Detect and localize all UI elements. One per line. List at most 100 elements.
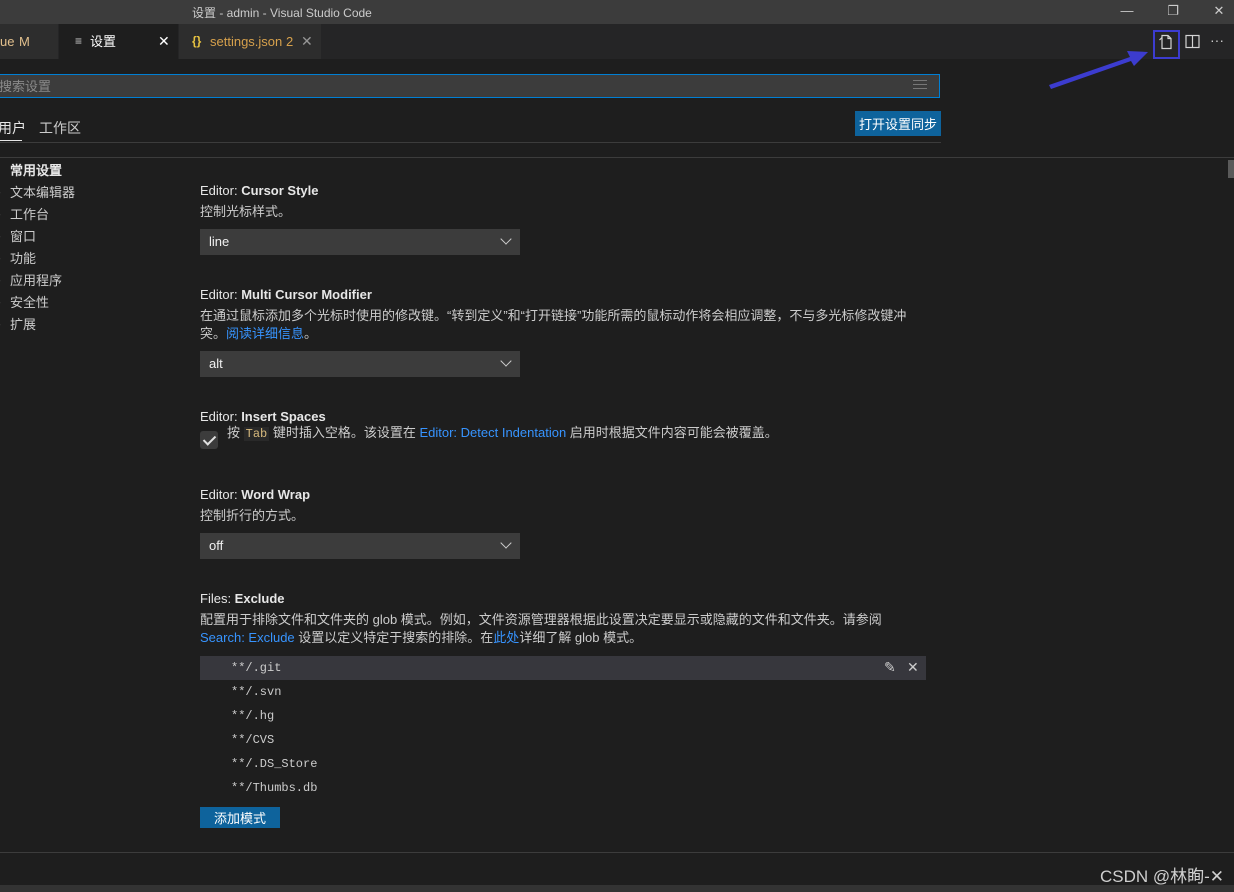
pattern-text: **/.git xyxy=(231,661,282,675)
list-item[interactable]: **/.git ✎ ✕ xyxy=(200,656,926,680)
detect-indentation-link[interactable]: Editor: Detect Indentation xyxy=(419,425,566,440)
setting-description: 控制光标样式。 xyxy=(200,204,292,219)
setting-description: 配置用于排除文件和文件夹的 glob 模式。例如，文件资源管理器根据此设置决定要… xyxy=(200,611,915,647)
chevron-right-icon: › xyxy=(0,204,1,226)
chevron-right-icon: › xyxy=(0,314,1,336)
setting-description: 按 Tab 键时插入空格。该设置在 Editor: Detect Indenta… xyxy=(227,424,927,443)
setting-category: Files: xyxy=(200,591,235,606)
select-value: alt xyxy=(209,356,223,371)
setting-title: Editor: Word Wrap xyxy=(200,487,925,502)
setting-description: 控制折行的方式。 xyxy=(200,508,305,523)
setting-files-exclude: Files: Exclude 配置用于排除文件和文件夹的 glob 模式。例如，… xyxy=(200,591,925,647)
setting-name: Insert Spaces xyxy=(241,409,326,424)
edit-pencil-icon[interactable]: ✎ xyxy=(884,656,896,680)
chevron-right-icon: › xyxy=(0,182,1,204)
tab-workspace-scope[interactable]: 工作区 xyxy=(39,118,81,138)
annotation-arrow-icon xyxy=(1049,51,1148,89)
setting-insert-spaces: Editor: Insert Spaces 按 Tab 键时插入空格。该设置在 … xyxy=(200,409,925,449)
pattern-text: **/.svn xyxy=(231,685,282,699)
active-scope-indicator xyxy=(0,140,22,141)
description-text: 按 xyxy=(227,425,244,440)
toc-item-label: 扩展 xyxy=(10,317,37,332)
select-value: line xyxy=(209,234,230,249)
chevron-down-icon xyxy=(500,233,512,245)
remove-icon[interactable]: ✕ xyxy=(907,656,919,680)
toc-item-extensions[interactable]: › 扩展 xyxy=(0,314,180,336)
pattern-text: **/CVS xyxy=(231,733,275,747)
toc-item-workbench[interactable]: › 工作台 xyxy=(0,204,180,226)
select-value: off xyxy=(209,538,224,553)
description-text: 详细了解 glob 模式。 xyxy=(519,630,643,645)
setting-title: Editor: Cursor Style xyxy=(200,183,925,198)
settings-sync-button[interactable]: 打开设置同步 xyxy=(855,111,941,136)
setting-category: Editor: xyxy=(200,487,242,502)
tab-user-scope[interactable]: 用户 xyxy=(0,118,26,138)
exclude-pattern-list: **/.git ✎ ✕ **/.svn **/.hg **/CVS **/.DS… xyxy=(200,656,926,800)
search-exclude-link[interactable]: Search: Exclude xyxy=(200,630,295,645)
bottom-divider xyxy=(0,852,1234,853)
toc-item-application[interactable]: › 应用程序 xyxy=(0,270,180,292)
setting-cursor-style: Editor: Cursor Style 控制光标样式。 line xyxy=(200,183,925,255)
chevron-right-icon: › xyxy=(0,292,1,314)
setting-name: Word Wrap xyxy=(241,487,311,502)
inline-code: Tab xyxy=(243,427,270,441)
toc-item-label: 工作台 xyxy=(10,207,50,222)
setting-multi-cursor-modifier: Editor: Multi Cursor Modifier 在通过鼠标添加多个光… xyxy=(200,287,925,377)
pattern-text: **/.DS_Store xyxy=(231,757,318,771)
chevron-right-icon: › xyxy=(0,248,1,270)
description-text: 启用时根据文件内容可能会被覆盖。 xyxy=(566,425,778,440)
setting-description: 在通过鼠标添加多个光标时使用的修改键。“转到定义”和“打开链接”功能所需的鼠标动… xyxy=(200,307,915,343)
vertical-scrollbar[interactable] xyxy=(1228,160,1234,178)
setting-name: Multi Cursor Modifier xyxy=(241,287,372,302)
toc-item-window[interactable]: › 窗口 xyxy=(0,226,180,248)
glob-help-link[interactable]: 此处 xyxy=(493,630,519,645)
toc-item-label: 常用设置 xyxy=(10,163,63,178)
search-settings-box xyxy=(0,74,940,98)
description-text: 键时插入空格。该设置在 xyxy=(269,425,420,440)
multi-cursor-modifier-select[interactable]: alt xyxy=(200,351,520,377)
list-item[interactable]: **/Thumbs.db xyxy=(200,776,926,800)
toc-item-label: 安全性 xyxy=(10,295,50,310)
list-item[interactable]: **/.hg xyxy=(200,704,926,728)
list-item[interactable]: **/.svn xyxy=(200,680,926,704)
setting-word-wrap: Editor: Word Wrap 控制折行的方式。 off xyxy=(200,487,925,559)
pattern-text: **/.hg xyxy=(231,709,275,723)
watermark-text: CSDN @林眴-✕ xyxy=(1100,867,1225,886)
toc-item-text-editor[interactable]: › 文本编辑器 xyxy=(0,182,180,204)
setting-title: Editor: Multi Cursor Modifier xyxy=(200,287,925,302)
chevron-right-icon: › xyxy=(0,226,1,248)
toc-item-label: 应用程序 xyxy=(10,273,63,288)
setting-name: Exclude xyxy=(234,591,285,606)
header-divider xyxy=(0,157,1234,158)
setting-title: Files: Exclude xyxy=(200,591,925,606)
pattern-text: **/Thumbs.db xyxy=(231,781,318,795)
bottom-bar xyxy=(0,885,1234,892)
toc-item-security[interactable]: › 安全性 xyxy=(0,292,180,314)
filter-list-icon[interactable] xyxy=(913,80,927,92)
chevron-down-icon xyxy=(500,537,512,549)
list-item[interactable]: **/CVS xyxy=(200,728,926,752)
toc-item-label: 窗口 xyxy=(10,229,37,244)
cursor-style-select[interactable]: line xyxy=(200,229,520,255)
toc-item-features[interactable]: › 功能 xyxy=(0,248,180,270)
chevron-down-icon xyxy=(500,355,512,367)
setting-category: Editor: xyxy=(200,409,242,424)
search-input[interactable] xyxy=(0,75,899,97)
setting-name: Cursor Style xyxy=(241,183,319,198)
description-suffix: 。 xyxy=(304,326,318,341)
word-wrap-select[interactable]: off xyxy=(200,533,520,559)
description-text: 配置用于排除文件和文件夹的 glob 模式。例如，文件资源管理器根据此设置决定要… xyxy=(200,612,882,627)
read-more-link[interactable]: 阅读详细信息 xyxy=(226,326,304,341)
setting-category: Editor: xyxy=(200,183,242,198)
checkmark-icon xyxy=(202,432,217,446)
setting-category: Editor: xyxy=(200,287,242,302)
toc-item-label: 文本编辑器 xyxy=(10,185,76,200)
insert-spaces-checkbox[interactable] xyxy=(200,431,218,449)
toc-item-label: 功能 xyxy=(10,251,37,266)
description-text: 设置以定义特定于搜索的排除。在 xyxy=(294,630,494,645)
settings-toc: 常用设置 › 文本编辑器 › 工作台 › 窗口 › 功能 › 应用程序 › 安全性 › 扩展 xyxy=(0,160,180,336)
add-pattern-button[interactable]: 添加模式 xyxy=(200,807,280,828)
toc-item-common[interactable]: 常用设置 xyxy=(0,160,180,182)
scope-divider xyxy=(0,142,941,143)
list-item[interactable]: **/.DS_Store xyxy=(200,752,926,776)
